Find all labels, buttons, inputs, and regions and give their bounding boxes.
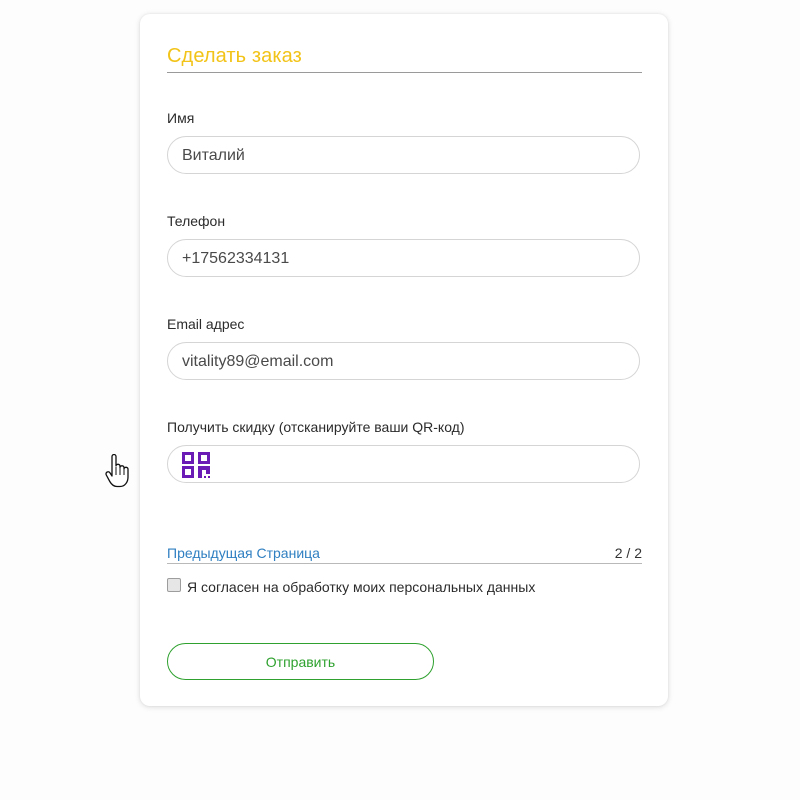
form-title: Сделать заказ	[167, 45, 302, 67]
email-field[interactable]: vitality89@email.com	[167, 342, 640, 380]
phone-value: +17562334131	[182, 250, 290, 267]
hand-pointer-cursor-icon	[105, 454, 129, 488]
order-form-card: Сделать заказ Имя Виталий Телефон +17562…	[140, 14, 668, 706]
title-divider	[167, 72, 642, 73]
consent-label[interactable]: Я согласен на обработку моих персональны…	[187, 579, 535, 595]
previous-page-link[interactable]: Предыдущая Страница	[167, 545, 320, 561]
name-field[interactable]: Виталий	[167, 136, 640, 174]
phone-label: Телефон	[167, 213, 226, 229]
qr-code-icon[interactable]	[181, 451, 213, 479]
email-value: vitality89@email.com	[182, 353, 334, 370]
page-indicator: 2 / 2	[614, 545, 642, 561]
name-label: Имя	[167, 110, 195, 126]
phone-field[interactable]: +17562334131	[167, 239, 640, 277]
consent-checkbox[interactable]	[167, 578, 181, 592]
qr-scan-field[interactable]	[167, 445, 640, 483]
submit-button[interactable]: Отправить	[167, 643, 434, 680]
name-value: Виталий	[182, 147, 245, 164]
pager-divider	[167, 563, 642, 564]
qr-label: Получить скидку (отсканируйте ваши QR-ко…	[167, 419, 465, 435]
email-label: Email адрес	[167, 316, 245, 332]
